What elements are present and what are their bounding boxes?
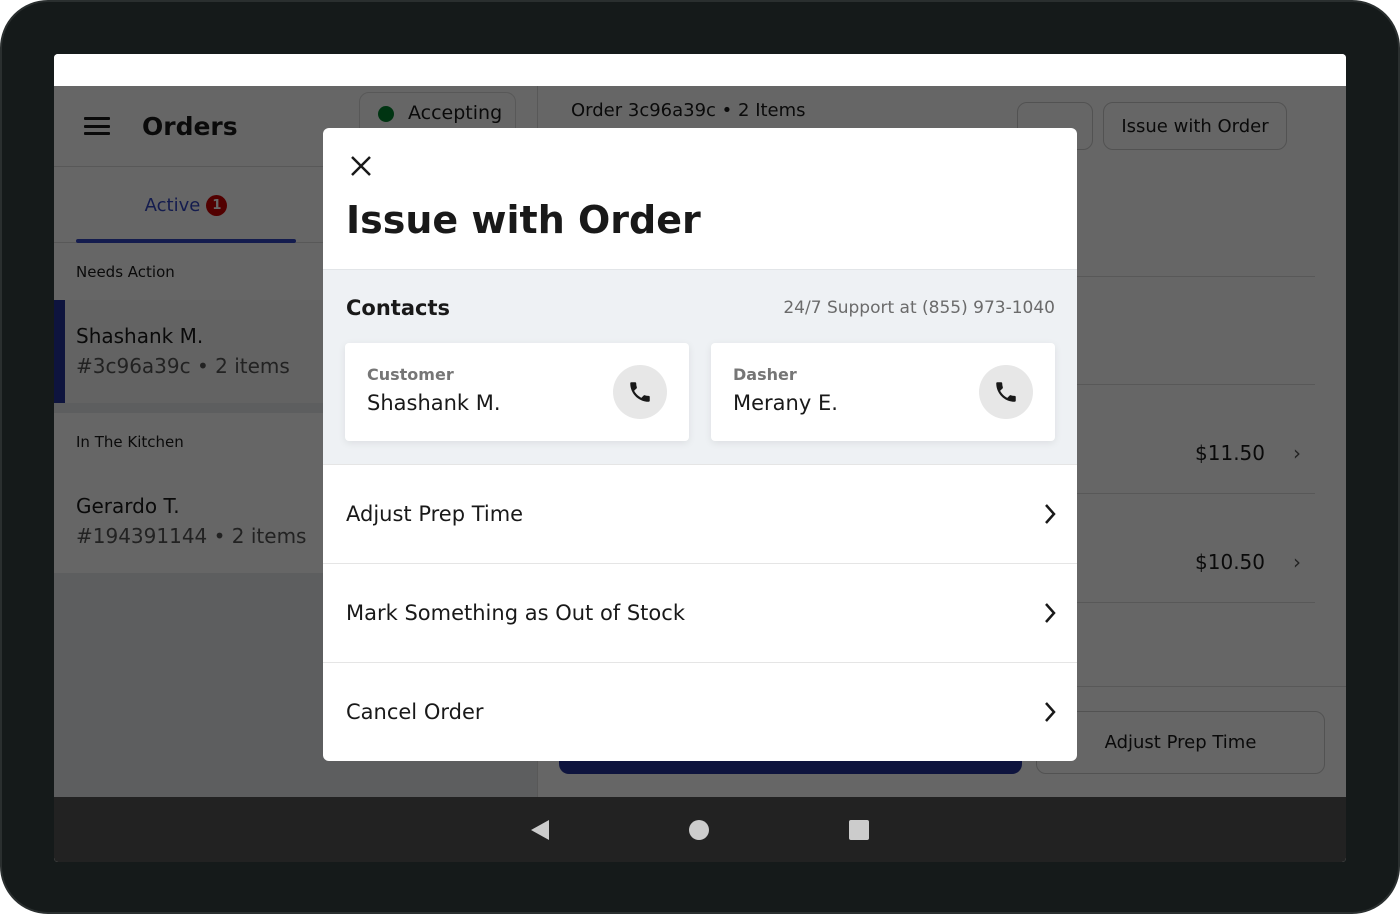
android-nav-bar (54, 797, 1346, 862)
status-label: Accepting (408, 102, 503, 124)
issue-with-order-dialog: Issue with Order Contacts 24/7 Support a… (323, 128, 1077, 761)
menu-icon[interactable] (84, 117, 110, 135)
action-label: Cancel Order (346, 700, 484, 724)
contact-card-customer: Customer Shashank M. (345, 343, 689, 441)
chevron-right-icon: › (1293, 441, 1301, 465)
chevron-right-icon: › (1293, 550, 1301, 574)
contact-name: Merany E. (733, 391, 838, 415)
contact-card-dasher: Dasher Merany E. (711, 343, 1055, 441)
issue-with-order-button[interactable]: Issue with Order (1103, 102, 1287, 150)
call-dasher-button[interactable] (979, 365, 1033, 419)
call-customer-button[interactable] (613, 365, 667, 419)
status-bar (54, 54, 1346, 86)
phone-icon (630, 382, 650, 402)
close-icon[interactable] (347, 152, 375, 180)
action-adjust-prep-time[interactable]: Adjust Prep Time (323, 464, 1077, 563)
tab-active[interactable]: Active 1 (76, 167, 296, 243)
item-price: $10.50 (1195, 550, 1265, 574)
action-label: Adjust Prep Time (346, 502, 524, 526)
action-cancel-order[interactable]: Cancel Order (323, 662, 1077, 761)
tab-label: Active (144, 194, 201, 216)
contact-role: Customer (367, 365, 454, 384)
action-mark-out-of-stock[interactable]: Mark Something as Out of Stock (323, 563, 1077, 662)
back-icon[interactable] (531, 819, 549, 840)
support-phone[interactable]: 24/7 Support at (855) 973-1040 (783, 298, 1055, 318)
chevron-right-icon (1045, 504, 1056, 524)
adjust-prep-time-button[interactable]: Adjust Prep Time (1036, 711, 1325, 774)
dialog-title: Issue with Order (346, 198, 701, 242)
recents-icon[interactable] (849, 819, 869, 840)
order-title: Order 3c96a39c • 2 Items (571, 100, 806, 121)
status-dot-icon (378, 106, 394, 122)
contact-name: Shashank M. (367, 391, 501, 415)
home-icon[interactable] (689, 819, 709, 840)
screen: Orders Accepting Active 1 Needs Action S… (54, 54, 1346, 862)
page-title: Orders (142, 111, 238, 141)
item-price: $11.50 (1195, 441, 1265, 465)
count-badge: 1 (206, 194, 228, 216)
contacts-title: Contacts (346, 296, 450, 320)
phone-icon (996, 382, 1016, 402)
chevron-right-icon (1045, 603, 1056, 623)
contact-role: Dasher (733, 365, 797, 384)
chevron-right-icon (1045, 702, 1056, 722)
contacts-section: Contacts 24/7 Support at (855) 973-1040 … (323, 269, 1077, 464)
action-label: Mark Something as Out of Stock (346, 601, 685, 625)
